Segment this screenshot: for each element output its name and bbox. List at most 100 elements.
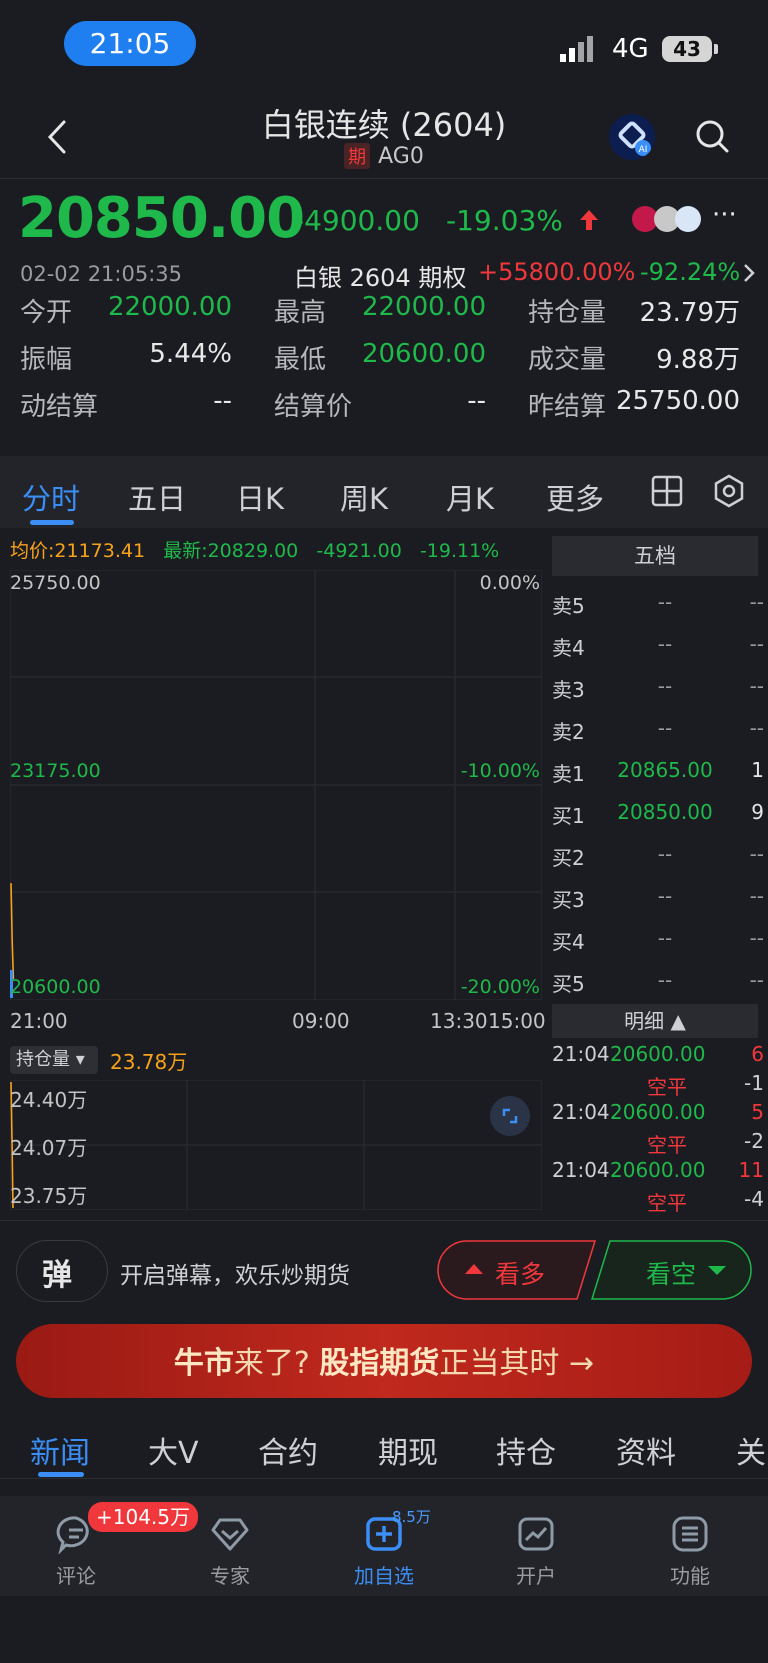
nav-expert-label: 专家 bbox=[210, 1564, 250, 1588]
settings-icon[interactable] bbox=[712, 474, 746, 508]
orderbook-level: 买5 bbox=[552, 972, 585, 996]
user-avatars-icon[interactable] bbox=[630, 204, 704, 234]
tab-more[interactable]: 更多 bbox=[546, 476, 604, 518]
intraday-chart[interactable] bbox=[10, 570, 542, 1000]
orderbook-volume: -- bbox=[749, 884, 764, 908]
tab-intraday[interactable]: 分时 bbox=[22, 476, 80, 518]
status-time: 21:05 bbox=[64, 21, 196, 66]
price-series-line bbox=[10, 883, 15, 980]
banner-part1: 牛市 bbox=[173, 1346, 234, 1381]
expand-icon[interactable] bbox=[490, 1096, 530, 1136]
orderbook-volume: -- bbox=[749, 632, 764, 656]
trade-volume: 11 bbox=[738, 1158, 764, 1182]
orderbook-price: -- bbox=[657, 590, 673, 614]
bearish-label: 看空 bbox=[646, 1260, 697, 1289]
orderbook-price: -- bbox=[657, 674, 673, 698]
danmaku-icon: 弹 bbox=[42, 1258, 72, 1293]
nav-functions-label: 功能 bbox=[670, 1564, 710, 1588]
nav-open-account[interactable]: 开户 bbox=[496, 1514, 576, 1589]
orderbook-price: -- bbox=[657, 926, 673, 950]
search-icon[interactable] bbox=[692, 116, 732, 156]
orderbook-volume: -- bbox=[749, 968, 764, 992]
orderbook-title[interactable]: 五档 bbox=[552, 536, 758, 576]
nav-expert[interactable]: 专家 bbox=[190, 1514, 270, 1589]
orderbook-row: 卖1 20865.00 1 bbox=[552, 752, 764, 790]
stat-label: 最高 bbox=[274, 298, 327, 328]
indicator-select-label: 持仓量 bbox=[16, 1049, 70, 1070]
orderbook-row: 买1 20850.00 9 bbox=[552, 794, 764, 832]
banner-part4: 正当其时 bbox=[439, 1346, 560, 1381]
tab-info[interactable]: 资料 bbox=[616, 1428, 676, 1472]
tab-five-day[interactable]: 五日 bbox=[128, 476, 186, 518]
latest-pct-label: -19.11% bbox=[419, 540, 500, 562]
y-axis-label: 25750.00 bbox=[10, 572, 101, 594]
orderbook-level: 卖1 bbox=[552, 762, 585, 786]
arrow-right-icon: → bbox=[568, 1346, 595, 1381]
more-icon[interactable]: ··· bbox=[712, 200, 737, 230]
option-change: +55800.00% bbox=[478, 258, 636, 286]
oi-axis-label: 24.40万 bbox=[10, 1088, 88, 1112]
trade-kind: 空平 bbox=[647, 1133, 687, 1157]
y-axis-label: 23175.00 bbox=[10, 760, 101, 782]
ai-assistant-icon[interactable]: AI bbox=[609, 114, 655, 160]
stat-label: 今开 bbox=[20, 298, 73, 328]
open-interest-value: 23.78万 bbox=[110, 1050, 188, 1074]
x-axis-label: 15:00 bbox=[488, 1009, 546, 1033]
orderbook-level: 卖3 bbox=[552, 678, 585, 702]
trade-oi-delta: -1 bbox=[744, 1071, 764, 1095]
price-change-pct: -19.03% bbox=[446, 204, 563, 237]
chevron-right-icon[interactable] bbox=[742, 262, 756, 284]
orderbook-volume: -- bbox=[749, 590, 764, 614]
orderbook-volume: 9 bbox=[751, 800, 764, 824]
trade-time: 21:04 bbox=[552, 1042, 610, 1066]
divider bbox=[0, 1478, 768, 1479]
tab-monthly-k[interactable]: 月K bbox=[446, 476, 494, 518]
orderbook-level: 买4 bbox=[552, 930, 585, 954]
chart-tabbar: 分时 五日 日K 周K 月K 更多 bbox=[0, 456, 768, 528]
battery-icon: 43 bbox=[662, 36, 712, 62]
chart-trend-icon bbox=[518, 1517, 554, 1551]
nav-comment-label: 评论 bbox=[56, 1564, 96, 1588]
status-bar: 21:05 4G 43 bbox=[0, 0, 768, 92]
grid-icon[interactable] bbox=[650, 474, 684, 508]
tab-contract[interactable]: 合约 bbox=[258, 1428, 318, 1472]
caret-up-icon: ▲ bbox=[670, 1009, 686, 1033]
orderbook-price: -- bbox=[657, 968, 673, 992]
arrow-up-icon bbox=[580, 210, 598, 230]
oi-axis-label: 23.75万 bbox=[10, 1184, 88, 1208]
price-change: -4900.00 bbox=[294, 204, 420, 237]
tab-positions[interactable]: 持仓 bbox=[496, 1428, 556, 1472]
trade-oi-delta: -2 bbox=[744, 1129, 764, 1153]
trade-kind: 空平 bbox=[647, 1191, 687, 1215]
nav-functions[interactable]: 功能 bbox=[650, 1514, 730, 1589]
favorite-count: 8.5万 bbox=[392, 1508, 431, 1526]
nav-add-favorite-label: 加自选 bbox=[354, 1564, 414, 1588]
y-axis-pct-label: -10.00% bbox=[460, 760, 540, 782]
tab-news[interactable]: 新闻 bbox=[30, 1428, 90, 1472]
tab-spot[interactable]: 期现 bbox=[378, 1428, 438, 1472]
signal-icon bbox=[560, 36, 593, 62]
promo-banner-text[interactable]: 牛市来了? 股指期货正当其时 → bbox=[0, 1338, 768, 1382]
indicator-select[interactable]: 持仓量 ▾ bbox=[10, 1046, 98, 1074]
tab-daily-k[interactable]: 日K bbox=[236, 476, 284, 518]
orderbook-row: 买3 -- -- bbox=[552, 878, 764, 916]
banner-part2: 来了? bbox=[233, 1346, 310, 1381]
stat-label: 动结算 bbox=[20, 392, 99, 422]
orderbook-volume: -- bbox=[749, 926, 764, 950]
tab-follow[interactable]: 关 bbox=[736, 1428, 766, 1472]
trade-detail-title[interactable]: 明细 ▲ bbox=[552, 1004, 758, 1038]
trade-row: 21:04 20600.00 6 空平 -1 bbox=[552, 1042, 764, 1099]
danmaku-label[interactable]: 开启弹幕，欢乐炒期货 bbox=[120, 1256, 350, 1290]
open-interest-chart[interactable] bbox=[10, 1080, 542, 1210]
last-price: 20850.00 bbox=[18, 186, 305, 251]
tab-weekly-k[interactable]: 周K bbox=[340, 476, 388, 518]
orderbook-row: 卖5 -- -- bbox=[552, 584, 764, 622]
x-axis-label: 13:30 bbox=[430, 1009, 488, 1033]
avg-price-label: 均价:21173.41 bbox=[10, 540, 146, 562]
latest-change-label: -4921.00 bbox=[316, 540, 402, 562]
tab-bigv[interactable]: 大V bbox=[148, 1428, 199, 1472]
orderbook-level: 卖2 bbox=[552, 720, 585, 744]
stat-value: 20600.00 bbox=[361, 339, 486, 369]
option-link[interactable]: 白银 2604 期权 bbox=[294, 258, 466, 293]
menu-icon bbox=[672, 1516, 708, 1552]
